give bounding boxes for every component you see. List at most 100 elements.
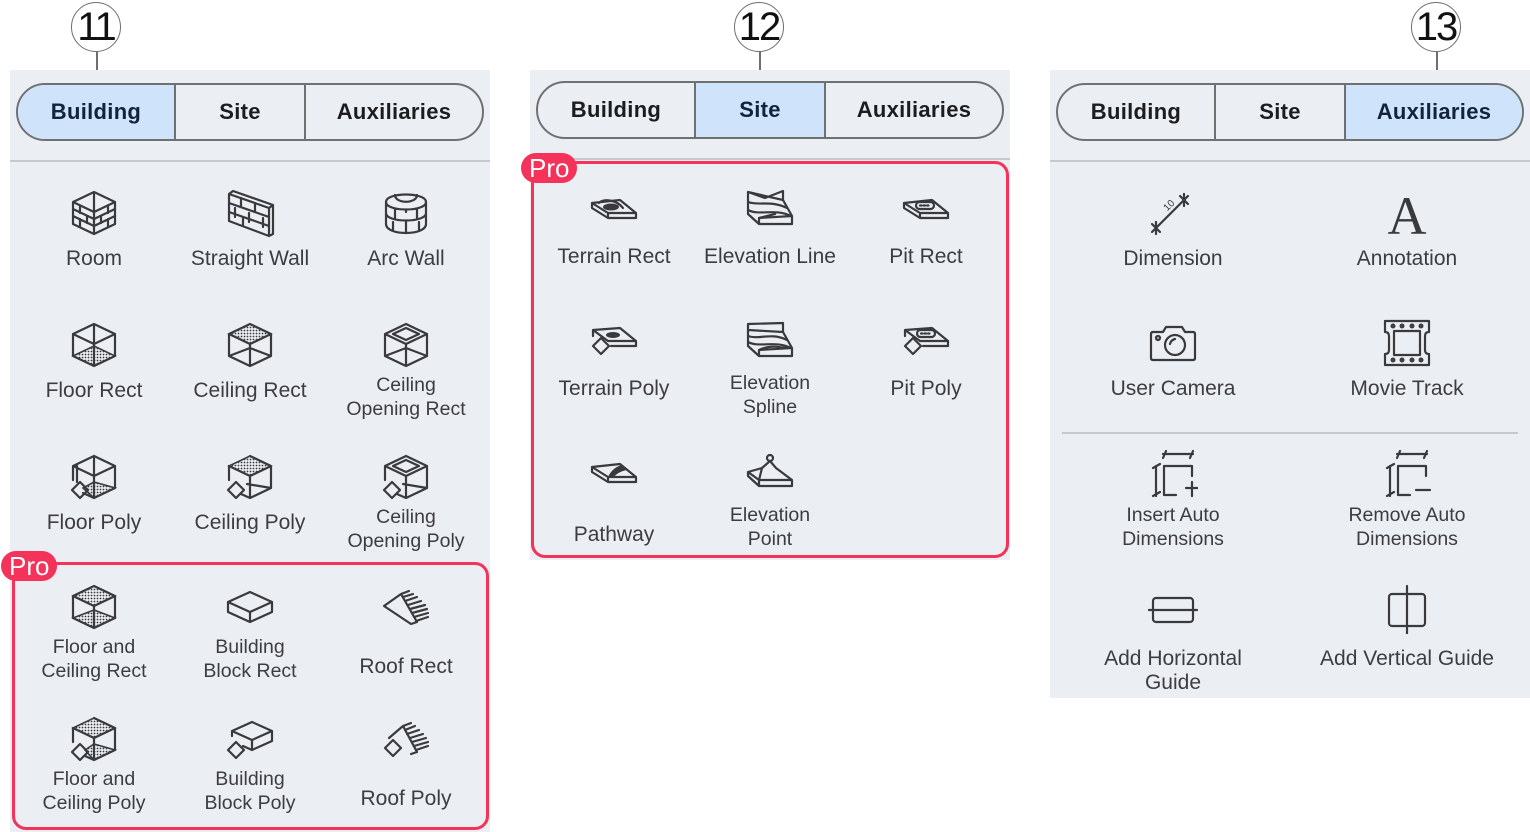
- tool-insert-auto-dimensions[interactable]: Insert Auto Dimensions: [1095, 449, 1251, 551]
- tool-label: Ceiling Opening Rect: [346, 374, 466, 420]
- pro-badge: Pro: [1, 551, 58, 581]
- floor-poly-icon: [68, 451, 120, 503]
- tool-label: User Camera: [1110, 377, 1236, 400]
- tool-floor-ceiling-rect[interactable]: Floor and Ceiling Rect: [16, 581, 172, 683]
- tool-label: Floor and Ceiling Rect: [41, 636, 147, 682]
- tool-floor-poly[interactable]: Floor Poly: [16, 451, 172, 535]
- tool-ceiling-rect[interactable]: Ceiling Rect: [172, 319, 328, 403]
- tool-label: Arc Wall: [367, 247, 445, 270]
- tab-building[interactable]: Building: [538, 83, 694, 137]
- callout-number: 12: [738, 4, 781, 49]
- tool-label: Building Block Rect: [203, 636, 297, 682]
- annotation-glyph: A: [1388, 188, 1427, 238]
- elevation-spline-icon: [744, 317, 796, 369]
- tool-add-vertical-guide[interactable]: Add Vertical Guide: [1309, 583, 1505, 671]
- tool-label: Elevation Spline: [729, 372, 811, 418]
- tool-elevation-line[interactable]: Elevation Line: [692, 185, 848, 269]
- category-segmented-control: Building Site Auxiliaries: [536, 81, 1004, 139]
- dimension-value: 10: [1162, 198, 1178, 214]
- tool-pit-rect[interactable]: Pit Rect: [848, 185, 1004, 269]
- tool-label: Room: [65, 247, 123, 270]
- callout-number: 13: [1415, 4, 1458, 49]
- straight-wall-icon: [224, 187, 276, 239]
- tool-elevation-spline[interactable]: Elevation Spline: [692, 317, 848, 419]
- roof-rect-icon: [380, 581, 432, 633]
- film-icon: [1381, 317, 1433, 369]
- insert-auto-dimensions-icon: [1147, 449, 1199, 501]
- category-segmented-control: Building Site Auxiliaries: [1056, 83, 1524, 141]
- room-icon: [68, 187, 120, 239]
- pit-poly-icon: [900, 317, 952, 369]
- elevation-line-icon: [744, 185, 796, 237]
- divider: [10, 160, 490, 162]
- tool-add-horizontal-guide[interactable]: Add Horizontal Guide: [1075, 583, 1271, 695]
- tool-label: Ceiling Rect: [193, 379, 307, 402]
- tool-label: Terrain Rect: [557, 245, 671, 268]
- tool-label: Dimension: [1123, 247, 1223, 270]
- tab-site[interactable]: Site: [694, 83, 824, 137]
- tool-label: Building Block Poly: [204, 768, 296, 814]
- tool-dimension[interactable]: 10 Dimension: [1095, 187, 1251, 271]
- tool-annotation[interactable]: A Annotation: [1329, 187, 1485, 271]
- arc-wall-icon: [380, 187, 432, 239]
- tab-auxiliaries[interactable]: Auxiliaries: [824, 83, 1002, 137]
- tool-ceiling-opening-rect[interactable]: Ceiling Opening Rect: [328, 319, 484, 421]
- tool-floor-ceiling-poly[interactable]: Floor and Ceiling Poly: [16, 713, 172, 815]
- floor-ceiling-rect-icon: [68, 581, 120, 633]
- tool-ceiling-poly[interactable]: Ceiling Poly: [172, 451, 328, 535]
- tool-label: Elevation Point: [729, 504, 811, 550]
- vertical-guide-icon: [1381, 583, 1433, 635]
- tool-label: Remove Auto Dimensions: [1348, 504, 1466, 550]
- tool-label: Ceiling Poly: [194, 511, 306, 534]
- tool-elevation-point[interactable]: Elevation Point: [692, 449, 848, 551]
- tool-movie-track[interactable]: Movie Track: [1329, 317, 1485, 401]
- tool-label: Pit Poly: [890, 377, 962, 400]
- horizontal-guide-icon: [1147, 583, 1199, 635]
- tool-building-block-rect[interactable]: Building Block Rect: [172, 581, 328, 683]
- pro-badge: Pro: [521, 153, 578, 183]
- tool-arc-wall[interactable]: Arc Wall: [328, 187, 484, 271]
- tab-auxiliaries[interactable]: Auxiliaries: [1344, 85, 1522, 139]
- tool-straight-wall[interactable]: Straight Wall: [172, 187, 328, 271]
- tool-label: Insert Auto Dimensions: [1122, 504, 1224, 550]
- tool-label: Roof Rect: [359, 655, 453, 678]
- tool-label: Straight Wall: [190, 247, 310, 270]
- building-block-poly-icon: [224, 713, 276, 765]
- tool-roof-poly[interactable]: Roof Poly: [328, 713, 484, 811]
- tool-building-block-poly[interactable]: Building Block Poly: [172, 713, 328, 815]
- section-divider: [1062, 432, 1518, 434]
- ceiling-opening-poly-icon: [380, 451, 432, 503]
- tool-user-camera[interactable]: User Camera: [1095, 317, 1251, 401]
- tab-site[interactable]: Site: [174, 85, 304, 139]
- annotation-icon: A: [1381, 187, 1433, 239]
- tool-floor-rect[interactable]: Floor Rect: [16, 319, 172, 403]
- camera-icon: [1147, 317, 1199, 369]
- tool-remove-auto-dimensions[interactable]: Remove Auto Dimensions: [1329, 449, 1485, 551]
- terrain-rect-icon: [588, 185, 640, 237]
- tool-pit-poly[interactable]: Pit Poly: [848, 317, 1004, 401]
- floor-rect-icon: [68, 319, 120, 371]
- dimension-icon: 10: [1147, 187, 1199, 239]
- tab-site[interactable]: Site: [1214, 85, 1344, 139]
- remove-auto-dimensions-icon: [1381, 449, 1433, 501]
- tool-label: Ceiling Opening Poly: [347, 506, 465, 552]
- tool-terrain-poly[interactable]: Terrain Poly: [536, 317, 692, 401]
- tool-ceiling-opening-poly[interactable]: Ceiling Opening Poly: [328, 451, 484, 553]
- divider: [1050, 160, 1530, 162]
- elevation-point-icon: [744, 449, 796, 501]
- tool-label: Pit Rect: [889, 245, 963, 268]
- tool-roof-rect[interactable]: Roof Rect: [328, 581, 484, 679]
- tool-room[interactable]: Room: [16, 187, 172, 271]
- tab-auxiliaries[interactable]: Auxiliaries: [304, 85, 482, 139]
- tab-building[interactable]: Building: [18, 85, 174, 139]
- tool-label: Roof Poly: [360, 787, 452, 810]
- ceiling-rect-icon: [224, 319, 276, 371]
- tool-label: Floor and Ceiling Poly: [42, 768, 146, 814]
- tool-pathway[interactable]: Pathway: [536, 449, 692, 547]
- building-block-rect-icon: [224, 581, 276, 633]
- tool-terrain-rect[interactable]: Terrain Rect: [536, 185, 692, 269]
- tab-building[interactable]: Building: [1058, 85, 1214, 139]
- pit-rect-icon: [900, 185, 952, 237]
- terrain-poly-icon: [588, 317, 640, 369]
- callout-11: 11: [71, 2, 121, 52]
